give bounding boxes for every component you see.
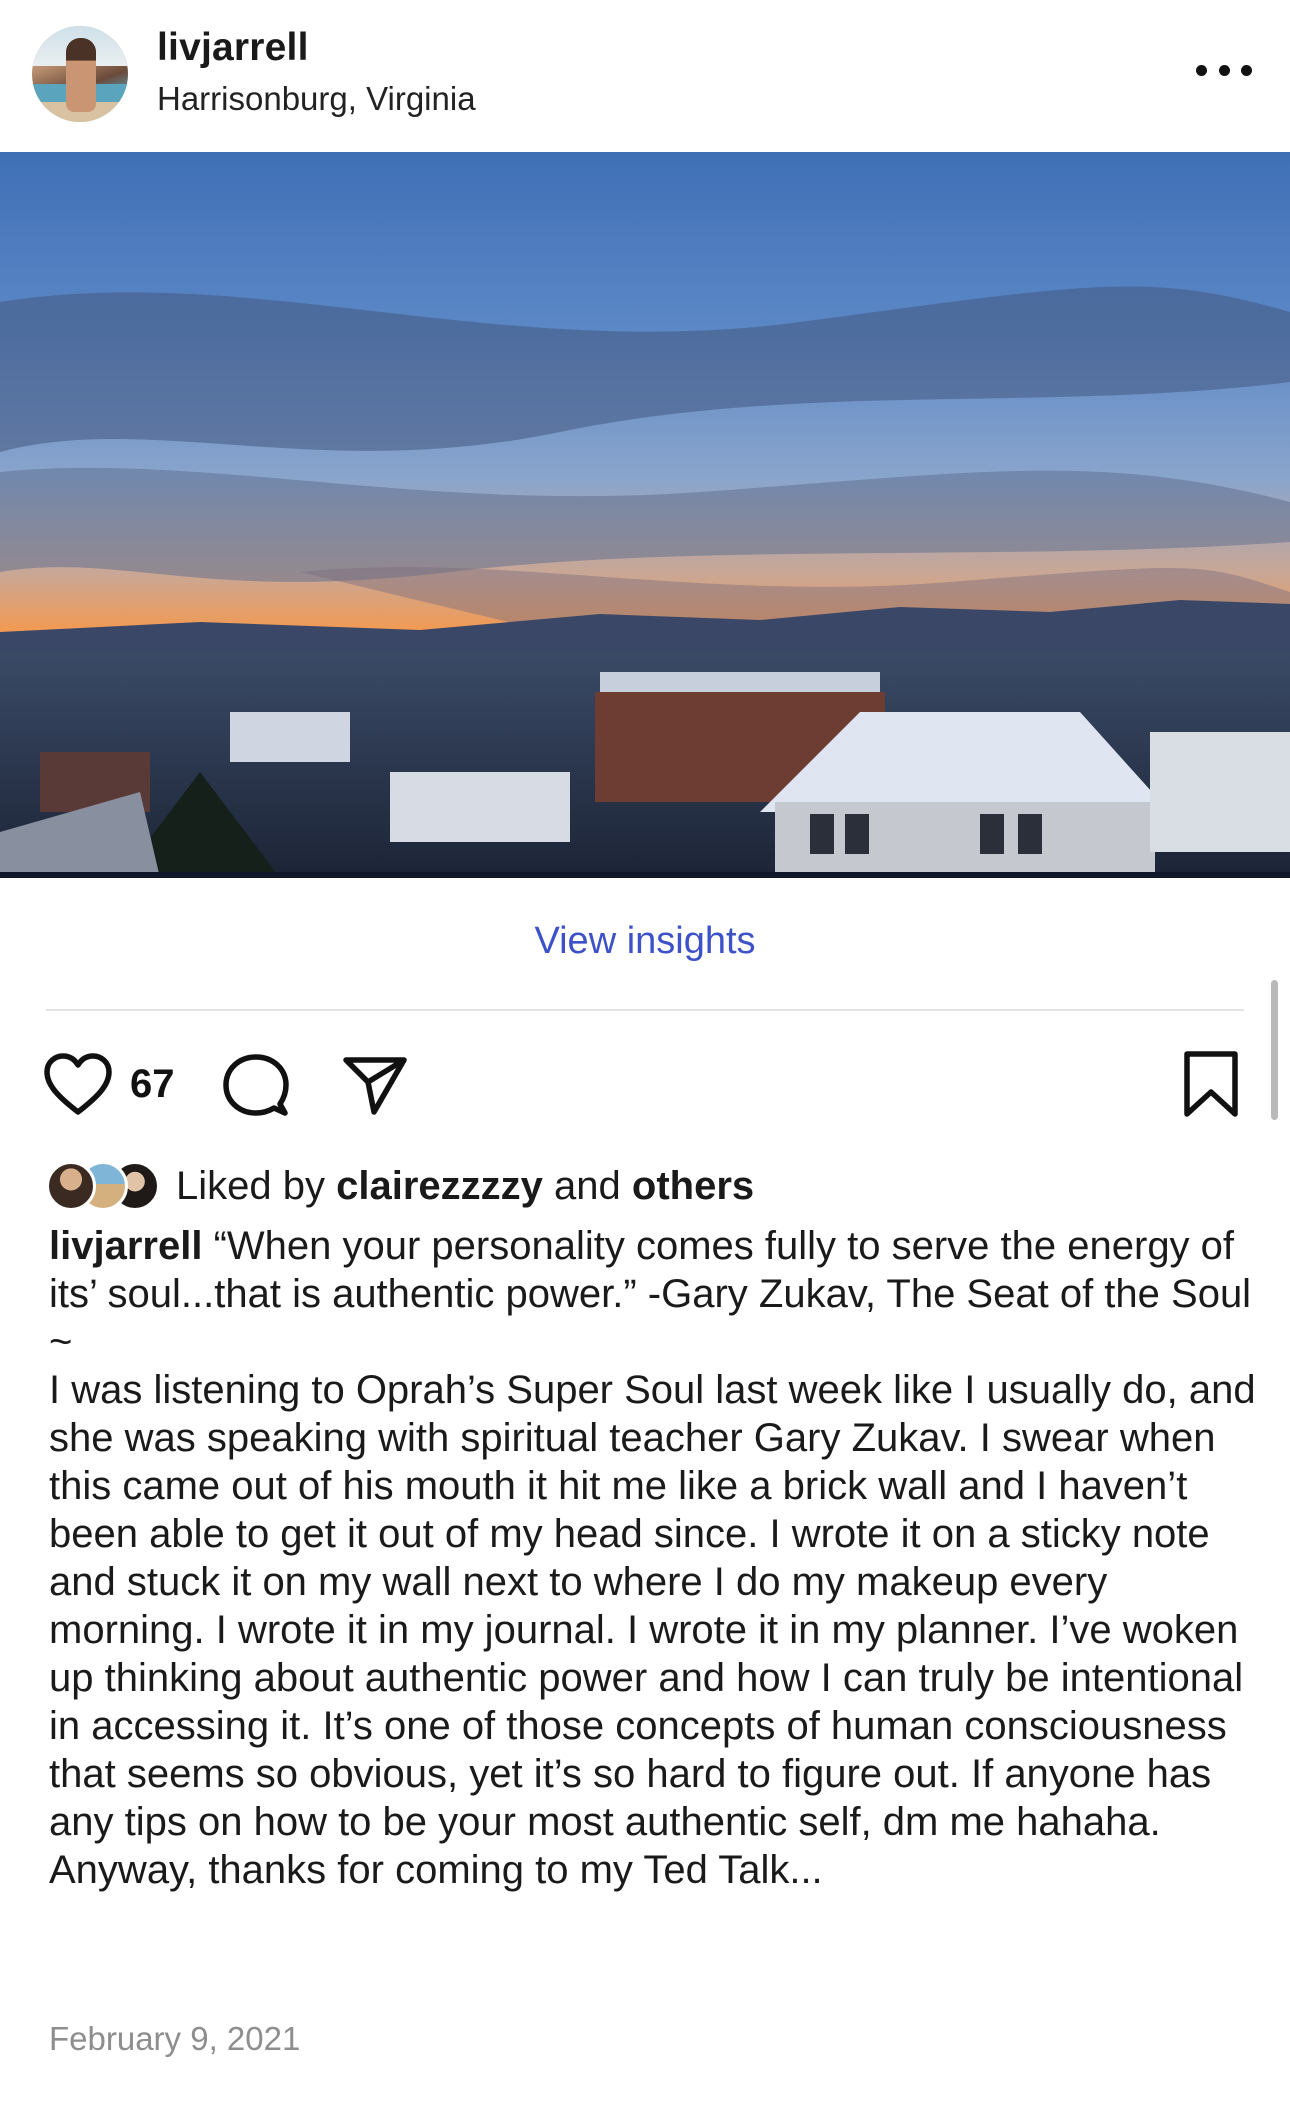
location-label[interactable]: Harrisonburg, Virginia (157, 80, 476, 118)
post-photo[interactable] (0, 152, 1290, 878)
liked-by-joiner: and (554, 1163, 621, 1208)
post-caption: livjarrell “When your personality comes … (49, 1222, 1259, 1894)
username[interactable]: livjarrell (157, 26, 309, 70)
avatar[interactable] (32, 26, 128, 122)
avatar (46, 1161, 96, 1211)
liked-by-others[interactable]: others (632, 1164, 754, 1208)
liked-by-text: Liked by clairezzzzy and others (176, 1164, 754, 1209)
liked-by-user[interactable]: clairezzzzy (336, 1164, 543, 1208)
divider (46, 1009, 1244, 1011)
liked-by-prefix: Liked by (176, 1163, 325, 1208)
view-insights-link[interactable]: View insights (0, 920, 1290, 963)
post-header: livjarrell Harrisonburg, Virginia (0, 0, 1290, 152)
action-bar: 67 (0, 1048, 1290, 1120)
comment-icon[interactable] (222, 1052, 290, 1118)
heart-icon[interactable] (42, 1052, 114, 1118)
share-icon[interactable] (342, 1052, 408, 1118)
caption-text: “When your personality comes fully to se… (49, 1224, 1256, 1892)
caption-username[interactable]: livjarrell (49, 1224, 202, 1268)
post-date: February 9, 2021 (49, 2020, 301, 2057)
like-count[interactable]: 67 (130, 1062, 175, 1107)
more-options-icon[interactable] (1196, 58, 1252, 82)
liked-by-row[interactable]: Liked by clairezzzzy and others (46, 1160, 754, 1212)
bookmark-icon[interactable] (1182, 1050, 1240, 1118)
